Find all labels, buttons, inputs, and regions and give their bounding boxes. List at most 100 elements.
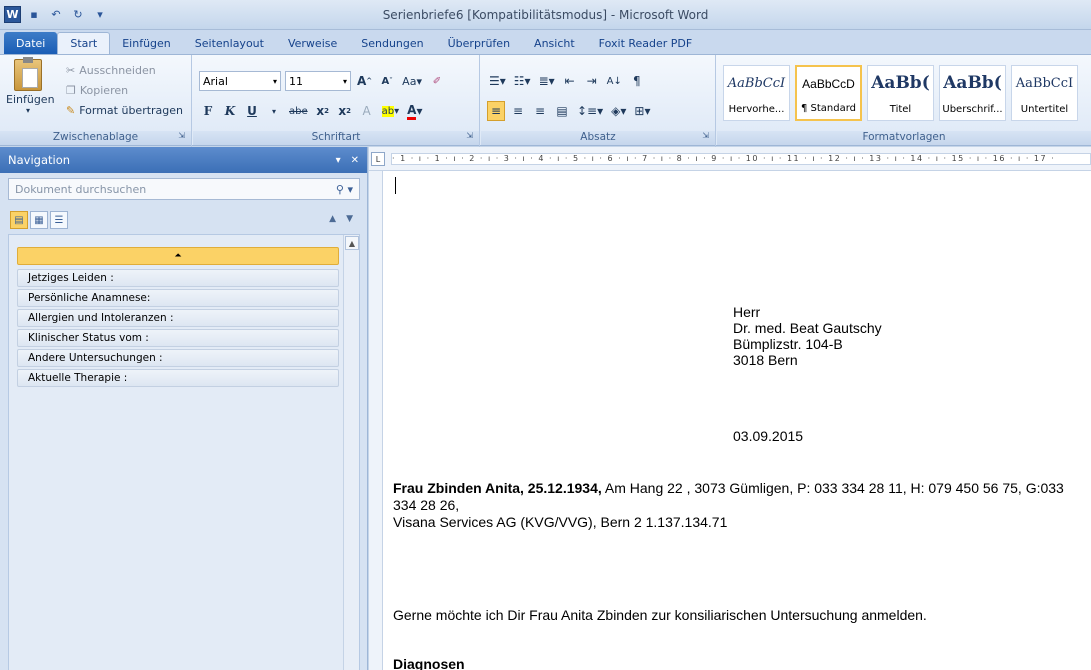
font-color-icon[interactable]: A ▾ (405, 101, 424, 121)
letter-date: 03.09.2015 (733, 428, 804, 444)
window-title: Serienbriefe6 [Kompatibilitätsmodus] - M… (382, 8, 709, 22)
style-tile-standard[interactable]: AaBbCcD ¶ Standard (795, 65, 862, 121)
style-tile-hervorhebung[interactable]: AaBbCcI Hervorhe... (723, 65, 790, 121)
paste-button[interactable]: Einfügen ▾ (6, 57, 55, 115)
heading-item[interactable]: Persönliche Anamnese: (17, 289, 339, 307)
sort-icon[interactable]: A↓ (605, 71, 624, 91)
scroll-up-icon[interactable]: ▲ (345, 236, 359, 250)
tab-seitenlayout[interactable]: Seitenlayout (183, 32, 276, 54)
heading-list-scrollbar[interactable]: ▲ (343, 235, 359, 670)
address-line: Dr. med. Beat Gautschy (733, 320, 882, 336)
copy-label: Kopieren (79, 83, 129, 97)
document-search-input[interactable]: Dokument durchsuchen ⚲ ▾ (8, 178, 360, 200)
next-heading-icon[interactable]: ▼ (346, 214, 353, 224)
strikethrough-icon[interactable]: abe (287, 101, 310, 121)
ruler-ticks: · 1 · ı · 1 · ı · 2 · ı · 3 · ı · 4 · ı … (391, 153, 1091, 165)
results-view-icon[interactable]: ☰ (50, 211, 68, 229)
increase-indent-icon[interactable]: ⇥ (583, 71, 601, 91)
heading-item[interactable]: Andere Untersuchungen : (17, 349, 339, 367)
clear-formatting-icon[interactable]: ✐ (428, 71, 446, 91)
grow-font-icon[interactable]: A ^ (355, 71, 374, 91)
horizontal-ruler[interactable]: L · 1 · ı · 1 · ı · 2 · ı · 3 · ı · 4 · … (369, 147, 1091, 171)
tab-sendungen[interactable]: Sendungen (349, 32, 435, 54)
paste-label: Einfügen (6, 93, 55, 106)
pane-options-icon[interactable]: ▾ (336, 155, 341, 166)
cut-label: Ausschneiden (79, 63, 156, 77)
bullets-icon[interactable]: ☰▾ (487, 71, 508, 91)
clipboard-group-label: Zwischenablage ⇲ (0, 131, 191, 145)
paragraph-group-label: Absatz ⇲ (481, 131, 715, 145)
style-tile-ueberschrift[interactable]: AaBb( Überschrif... (939, 65, 1006, 121)
font-dialog-launcher-icon[interactable]: ⇲ (466, 131, 473, 140)
patient-insurance: Visana Services AG (KVG/VVG), Bern 2 1.1… (393, 514, 728, 530)
search-icon[interactable]: ⚲ ▾ (336, 183, 353, 196)
borders-icon[interactable]: ⊞▾ (632, 101, 652, 121)
underline-icon[interactable]: U (243, 101, 261, 121)
justify-icon[interactable]: ▤ (553, 101, 571, 121)
navigation-pane: Navigation ▾ ✕ Dokument durchsuchen ⚲ ▾ … (0, 147, 368, 670)
tab-selector-icon[interactable]: L (371, 152, 385, 166)
tab-verweise[interactable]: Verweise (276, 32, 349, 54)
previous-heading-icon[interactable]: ▲ (329, 214, 336, 224)
tab-foxit[interactable]: Foxit Reader PDF (587, 32, 705, 54)
bold-icon[interactable]: F (199, 101, 217, 121)
document-page[interactable]: Herr Dr. med. Beat Gautschy Bümplizstr. … (383, 171, 1091, 670)
dialog-launcher-icon[interactable]: ⇲ (178, 131, 185, 140)
font-group: Arial ▾ 11 ▾ A ^ Aˇ Aa▾ ✐ F K U ▾ abe x2 x2… (193, 55, 480, 147)
decrease-indent-icon[interactable]: ⇤ (561, 71, 579, 91)
tab-einfuegen[interactable]: Einfügen (110, 32, 183, 54)
align-right-icon[interactable]: ≡ (531, 101, 549, 121)
italic-icon[interactable]: K (221, 101, 239, 121)
text-effects-icon[interactable]: A (358, 101, 376, 121)
heading-item[interactable]: Allergien und Intoleranzen : (17, 309, 339, 327)
collapse-all-button[interactable]: ⏶ (17, 247, 339, 265)
pilcrow-icon[interactable]: ¶ (628, 71, 646, 91)
subscript-icon[interactable]: x2 (314, 101, 332, 121)
tab-datei[interactable]: Datei (4, 32, 58, 54)
font-family-select[interactable]: Arial ▾ (199, 71, 281, 91)
numbering-icon[interactable]: ☷▾ (512, 71, 533, 91)
superscript-icon[interactable]: x2 (336, 101, 354, 121)
style-tile-untertitel[interactable]: AaBbCcI Untertitel (1011, 65, 1078, 121)
pages-view-icon[interactable]: ▦ (30, 211, 48, 229)
paragraph-dialog-launcher-icon[interactable]: ⇲ (702, 131, 709, 140)
underline-dropdown-icon[interactable]: ▾ (265, 101, 283, 121)
style-tile-titel[interactable]: AaBb( Titel (867, 65, 934, 121)
paste-icon (14, 57, 42, 91)
address-line: 3018 Bern (733, 352, 798, 368)
tab-start[interactable]: Start (57, 32, 111, 54)
font-size-select[interactable]: 11 ▾ (285, 71, 351, 91)
collapse-icon: ⏶ (174, 251, 182, 261)
cut-button[interactable]: ✂ Ausschneiden (66, 61, 156, 79)
highlight-icon[interactable]: ab ▾ (380, 101, 402, 121)
font-group-label: Schriftart ⇲ (193, 131, 479, 145)
align-left-icon[interactable]: ≡ (487, 101, 505, 121)
format-painter-label: Format übertragen (79, 103, 184, 117)
navigation-header: Navigation ▾ ✕ (0, 147, 367, 173)
heading-item[interactable]: Jetziges Leiden : (17, 269, 339, 287)
intro-paragraph: Gerne möchte ich Dir Frau Anita Zbinden … (393, 607, 927, 623)
headings-view-icon[interactable]: ▤ (10, 211, 28, 229)
heading-item[interactable]: Klinischer Status vom : (17, 329, 339, 347)
brush-icon: ✎ (66, 103, 76, 117)
navigation-title: Navigation (8, 153, 71, 167)
close-icon[interactable]: ✕ (351, 155, 359, 166)
search-placeholder: Dokument durchsuchen (15, 182, 147, 196)
address-line: Herr (733, 304, 761, 320)
align-center-icon[interactable]: ≡ (509, 101, 527, 121)
scissors-icon: ✂ (66, 63, 76, 77)
format-painter-button[interactable]: ✎ Format übertragen (66, 101, 183, 119)
change-case-icon[interactable]: Aa▾ (400, 71, 424, 91)
line-spacing-icon[interactable]: ↕≡▾ (575, 101, 605, 121)
ribbon-tabs: Datei Start Einfügen Seitenlayout Verwei… (0, 30, 1091, 54)
tab-ueberpruefen[interactable]: Überprüfen (436, 32, 522, 54)
copy-button[interactable]: ❐ Kopieren (66, 81, 128, 99)
heading-item[interactable]: Aktuelle Therapie : (17, 369, 339, 387)
styles-group-label: Formatvorlagen (717, 131, 1091, 145)
tab-ansicht[interactable]: Ansicht (522, 32, 587, 54)
shrink-font-icon[interactable]: Aˇ (378, 71, 396, 91)
recipient-address: Herr Dr. med. Beat Gautschy Bümplizstr. … (733, 304, 882, 368)
shading-icon[interactable]: ◈▾ (609, 101, 628, 121)
multilevel-list-icon[interactable]: ≣▾ (537, 71, 557, 91)
patient-name: Frau Zbinden Anita, 25.12.1934, (393, 480, 602, 496)
